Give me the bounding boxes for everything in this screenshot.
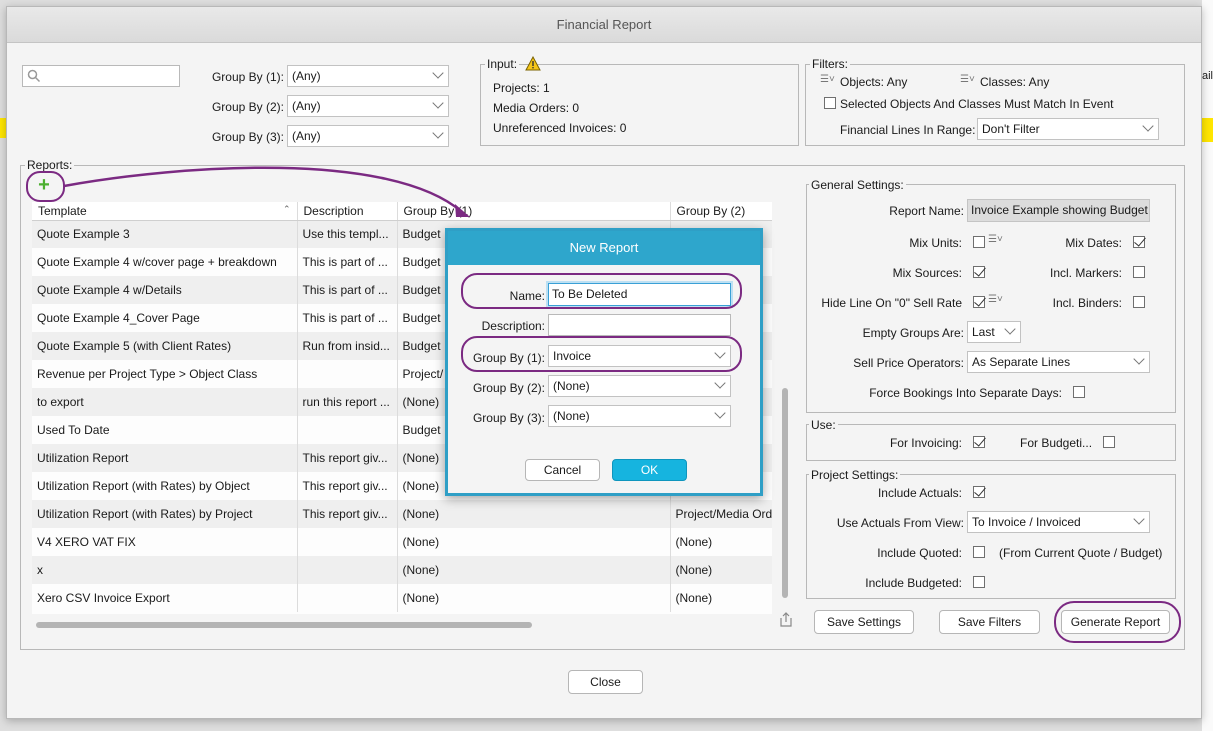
annotation-arrow (63, 166, 470, 217)
